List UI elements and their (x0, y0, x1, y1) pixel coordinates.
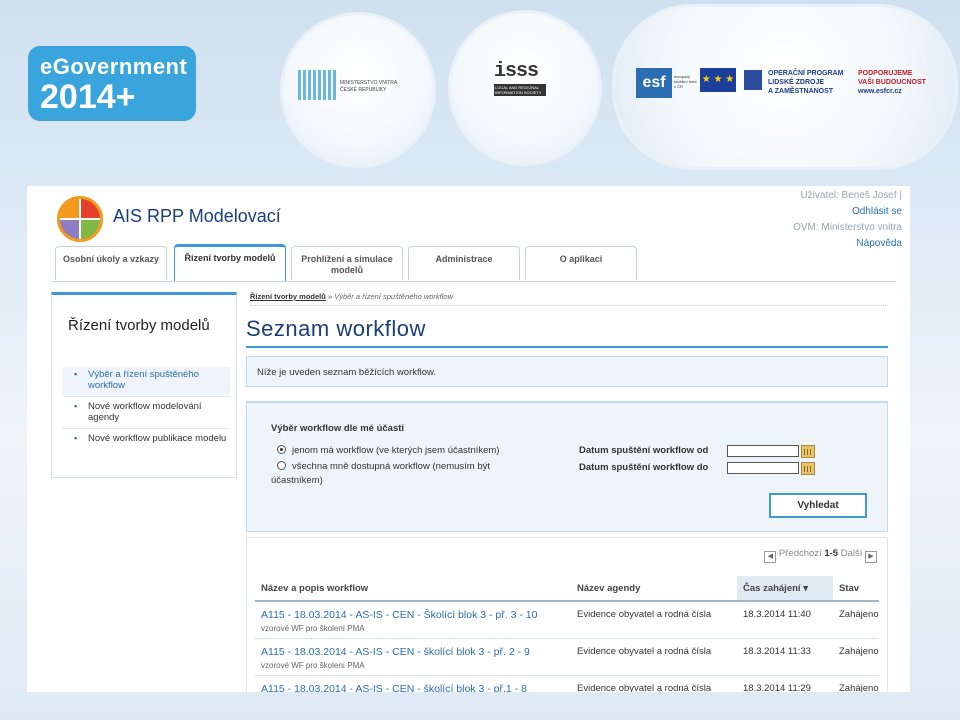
op-program-icon (744, 70, 762, 90)
isss-logo: isss LOCAL AND REGIONAL INFORMATION SOCI… (494, 60, 546, 96)
search-button[interactable]: Vyhledat (769, 493, 867, 518)
breadcrumb: Řízení tvorby modelů » Výběr a řízení sp… (250, 292, 886, 306)
agenda-cell: Evidence obyvatel a rodná čísla (571, 601, 737, 639)
eu-flag-icon: ★ ★ ★ (700, 68, 736, 92)
radio-all-workflows-label-cont: účastníkem) (271, 475, 323, 486)
radio-my-workflows-label: jenom má workflow (ve kterých jsem účast… (292, 445, 500, 456)
workflow-table: Název a popis workflow Název agendy Čas … (255, 576, 879, 692)
esf-logo: esf (636, 68, 672, 98)
workflow-name-link[interactable]: A115 - 18.03.2014 - AS-IS - CEN - školíc… (261, 646, 571, 658)
sidebar-item-new-publish-workflow[interactable]: Nové workflow publikace modelu (62, 431, 230, 448)
radio-all-workflows-label: všechna mně dostupná workflow (nemusím b… (292, 461, 491, 472)
isss-logo-subtitle: LOCAL AND REGIONAL INFORMATION SOCIETY (494, 84, 546, 96)
table-row: A115 - 18.03.2014 - AS-IS - CEN - školíc… (255, 638, 879, 676)
logout-link[interactable]: Odhlásit se (852, 206, 902, 217)
help-link[interactable]: Nápověda (856, 238, 902, 249)
sidebar-item-new-agenda-workflow[interactable]: Nové workflow modelování agendy (62, 399, 230, 427)
tab-personal-tasks[interactable]: Osobní úkoly a vzkazy (55, 246, 167, 280)
ministry-logo-text: MINISTERSTVO VNITRA ČESKÉ REPUBLIKY (340, 80, 397, 93)
esf-logo-subtitle: evropský sociální fond v ČR (674, 74, 697, 89)
page-range: 1-5 (824, 548, 839, 559)
sidebar: Řízení tvorby modelů Výběr a řízení spuš… (51, 292, 237, 478)
start-time-cell: 18.3.2014 11:40 (737, 601, 833, 639)
app-logo-icon (57, 196, 103, 242)
table-row: A115 - 18.03.2014 - AS-IS - CEN - školíc… (255, 675, 879, 692)
breadcrumb-root-link[interactable]: Řízení tvorby modelů (250, 292, 326, 301)
user-box: Uživatel: Beneš Josef | Odhlásit se OVM:… (742, 188, 902, 252)
agenda-cell: Evidence obyvatel a rodná čísla (571, 638, 737, 676)
sidebar-item-select-workflow[interactable]: Výběr a řízení spuštěného workflow (62, 367, 230, 395)
tab-administration[interactable]: Administrace (408, 246, 520, 280)
tab-browse-simulate[interactable]: Prohlížení a simulace modelů (291, 246, 403, 280)
calendar-icon[interactable] (801, 462, 815, 475)
column-header-status[interactable]: Stav (833, 576, 879, 602)
user-label: Uživatel: Beneš Josef (800, 190, 897, 201)
date-from-label: Datum spuštění workflow od (579, 445, 709, 456)
date-to-label: Datum spuštění workflow do (579, 462, 709, 473)
page-title: Seznam workflow (246, 316, 426, 341)
sidebar-title: Řízení tvorby modelů (68, 317, 210, 334)
column-header-start-time[interactable]: Čas zahájení ▾ (737, 576, 833, 602)
results-panel: ◀ Předchozí 1-5 Další ▶ Název a popis wo… (246, 537, 888, 692)
app-title: AIS RPP Modelovací (113, 206, 281, 226)
pager: ◀ Předchozí 1-5 Další ▶ (764, 548, 877, 563)
prev-page-link[interactable]: Předchozí (779, 548, 822, 559)
sidebar-divider (62, 428, 230, 429)
sidebar-divider (62, 396, 230, 397)
column-header-name[interactable]: Název a popis workflow (255, 576, 571, 602)
calendar-icon[interactable] (801, 445, 815, 458)
op-program-text: OPERAČNÍ PROGRAM LIDSKÉ ZDROJE A ZAMĚSTN… (768, 70, 844, 95)
radio-checked-icon[interactable] (277, 445, 286, 454)
date-to-input[interactable] (727, 462, 799, 474)
title-underline (246, 346, 888, 348)
filter-panel: Výběr workflow dle mé účasti jenom má wo… (246, 401, 888, 532)
user-separator: | (899, 190, 902, 201)
filter-heading: Výběr workflow dle mé účasti (271, 423, 405, 434)
app-window: AIS RPP Modelovací Uživatel: Beneš Josef… (27, 186, 910, 692)
radio-my-workflows[interactable]: jenom má workflow (ve kterých jsem účast… (277, 444, 499, 457)
breadcrumb-current: Výběr a řízení spuštěného workflow (334, 292, 454, 301)
radio-unchecked-icon[interactable] (277, 461, 286, 470)
radio-all-workflows[interactable]: všechna mně dostupná workflow (nemusím b… (277, 460, 490, 473)
ministry-logo-icon (298, 70, 336, 100)
start-time-cell: 18.3.2014 11:29 (737, 675, 833, 692)
status-cell: Zahájeno (833, 601, 879, 639)
sort-desc-icon: ▾ (803, 582, 808, 594)
table-row: A115 - 18.03.2014 - AS-IS - CEN - Školíc… (255, 601, 879, 639)
next-page-link[interactable]: Další (841, 548, 863, 559)
workflow-description: vzorové WF pro školení PMA (261, 624, 365, 633)
start-time-cell: 18.3.2014 11:33 (737, 638, 833, 676)
column-header-agenda[interactable]: Název agendy (571, 576, 737, 602)
egov-logo-line2: 2014+ (40, 78, 136, 116)
egovernment-logo: eGovernment 2014+ (28, 46, 196, 121)
workflow-description: vzorové WF pro školení PMA (261, 661, 365, 670)
status-cell: Zahájeno (833, 675, 879, 692)
egov-logo-line1: eGovernment (40, 54, 188, 79)
ministry-logo: MINISTERSTVO VNITRA ČESKÉ REPUBLIKY (298, 70, 413, 104)
tab-about[interactable]: O aplikaci (525, 246, 637, 280)
workflow-name-link[interactable]: A115 - 18.03.2014 - AS-IS - CEN - Školíc… (261, 609, 571, 621)
esf-logos: esf evropský sociální fond v ČR ★ ★ ★ OP… (636, 66, 936, 106)
podporujeme-text: PODPORUJEME VAŠI BUDOUCNOST www.esfcr.cz (858, 70, 926, 95)
tabbar-divider (51, 281, 896, 282)
ovm-label: OVM: (793, 222, 819, 233)
status-cell: Zahájeno (833, 638, 879, 676)
breadcrumb-separator: » (327, 292, 333, 301)
tab-model-management[interactable]: Řízení tvorby modelů (174, 244, 286, 282)
next-page-icon[interactable]: ▶ (865, 551, 877, 563)
agenda-cell: Evidence obyvatel a rodná čísla (571, 675, 737, 692)
banner: eGovernment 2014+ MINISTERSTVO VNITRA ČE… (0, 0, 960, 180)
ovm-value: Ministerstvo vnitra (821, 222, 902, 233)
info-message: Níže je uveden seznam běžících workflow. (246, 356, 888, 387)
workflow-name-link[interactable]: A115 - 18.03.2014 - AS-IS - CEN - školíc… (261, 683, 571, 692)
prev-page-icon[interactable]: ◀ (764, 551, 777, 563)
date-from-input[interactable] (727, 445, 799, 457)
table-header-row: Název a popis workflow Název agendy Čas … (255, 576, 879, 602)
isss-logo-text: isss (494, 60, 539, 83)
